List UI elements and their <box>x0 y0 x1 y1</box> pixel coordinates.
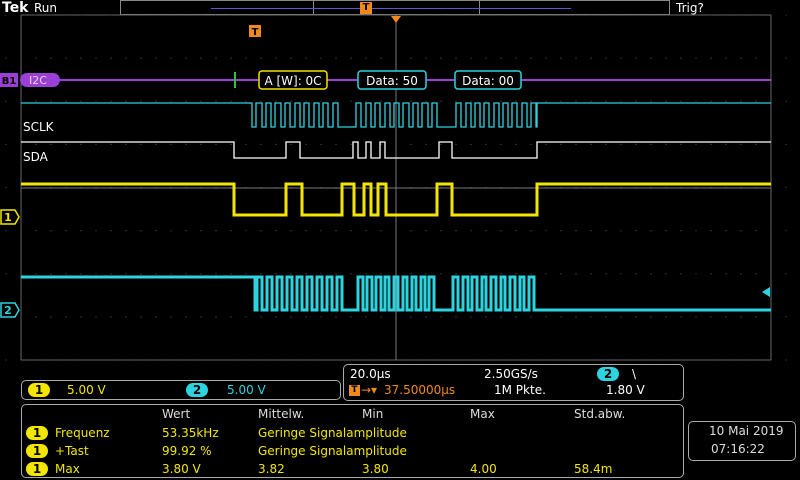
ch1-scale-value: 5.00 V <box>67 383 106 397</box>
measurement-row-wert: 99.92 % <box>162 444 212 458</box>
measurement-row-wert: 53.35kHz <box>162 426 219 440</box>
sda-label: SDA <box>23 150 49 164</box>
measurement-header-max: Max <box>470 407 495 421</box>
sample-rate: 2.50GS/s <box>484 367 538 381</box>
record-length: 1M Pkte. <box>494 383 546 397</box>
measurement-header-min: Min <box>362 407 384 421</box>
measurement-row-mittelw: Geringe Signalamplitude <box>258 426 407 440</box>
measurement-row-min: 3.80 <box>362 462 389 476</box>
svg-text:A [W]: 0C: A [W]: 0C <box>264 74 321 88</box>
time-value: 07:16:22 <box>711 442 765 456</box>
measurement-row-name: Frequenz <box>55 426 110 440</box>
trigger-position-arrow-glyph: →▾ <box>361 383 378 397</box>
ch2-scale-badge[interactable]: 2 <box>186 383 208 397</box>
bus-packet-data-2: Data: 00 <box>454 70 522 90</box>
center-axes <box>21 15 771 360</box>
measurement-panel[interactable]: Wert Mittelw. Min Max Std.abw. 1 Frequen… <box>21 404 684 478</box>
trigger-level: 1.80 V <box>606 383 645 397</box>
measurement-row-channel-badge: 1 <box>26 462 48 476</box>
svg-text:2: 2 <box>4 304 12 317</box>
measurement-header-mittelw: Mittelw. <box>258 407 305 421</box>
channel-scale-panel[interactable]: 1 5.00 V 2 5.00 V <box>21 380 341 400</box>
measurement-row-mittelw: 3.82 <box>258 462 285 476</box>
trigger-position-value: 37.50000µs <box>384 383 456 397</box>
bus-packet-data-1: Data: 50 <box>357 70 427 90</box>
svg-text:1: 1 <box>4 211 12 224</box>
measurement-header-wert: Wert <box>162 407 191 421</box>
date-value: 10 Mai 2019 <box>709 424 784 438</box>
measurement-row-std: 58.4m <box>574 462 613 476</box>
acquisition-panel[interactable]: 20.0µs 2.50GS/s 2 \ T →▾ 37.50000µs 1M P… <box>343 364 684 401</box>
trigger-level-arrow <box>762 287 770 297</box>
measurement-header-std: Std.abw. <box>574 407 626 421</box>
trigger-position-arrow <box>391 16 401 23</box>
sclk-label: SCLK <box>23 120 55 134</box>
measurement-row-name: +Tast <box>55 444 89 458</box>
ch2-ground-marker: 2 <box>0 302 20 318</box>
bus-packet-address: A [W]: 0C <box>258 70 328 90</box>
trigger-slope-icon: \ <box>632 367 637 381</box>
trigger-channel-badge[interactable]: 2 <box>597 367 619 381</box>
ch2-scale-value: 5.00 V <box>227 383 266 397</box>
measurement-row-mittelw: Geringe Signalamplitude <box>258 444 407 458</box>
ch1-ground-marker: 1 <box>0 209 20 225</box>
bus-badge-label: B1 <box>2 76 17 87</box>
measurement-row-wert: 3.80 V <box>162 462 201 476</box>
trigger-position-icon: T <box>349 385 360 396</box>
measurement-row-channel-badge: 1 <box>26 444 48 458</box>
svg-text:Data: 50: Data: 50 <box>366 74 418 88</box>
svg-text:Data: 00: Data: 00 <box>462 74 514 88</box>
datetime-panel[interactable]: 10 Mai 2019 07:16:22 <box>688 421 796 461</box>
timebase-value: 20.0µs <box>350 367 391 381</box>
measurement-row-name: Max <box>55 462 80 476</box>
trigger-t-marker-label: T <box>252 27 259 38</box>
measurement-row-max: 4.00 <box>470 462 497 476</box>
ch1-scale-badge[interactable]: 1 <box>28 383 50 397</box>
bus-protocol-label: I2C <box>29 74 47 87</box>
measurement-row-channel-badge: 1 <box>26 426 48 440</box>
